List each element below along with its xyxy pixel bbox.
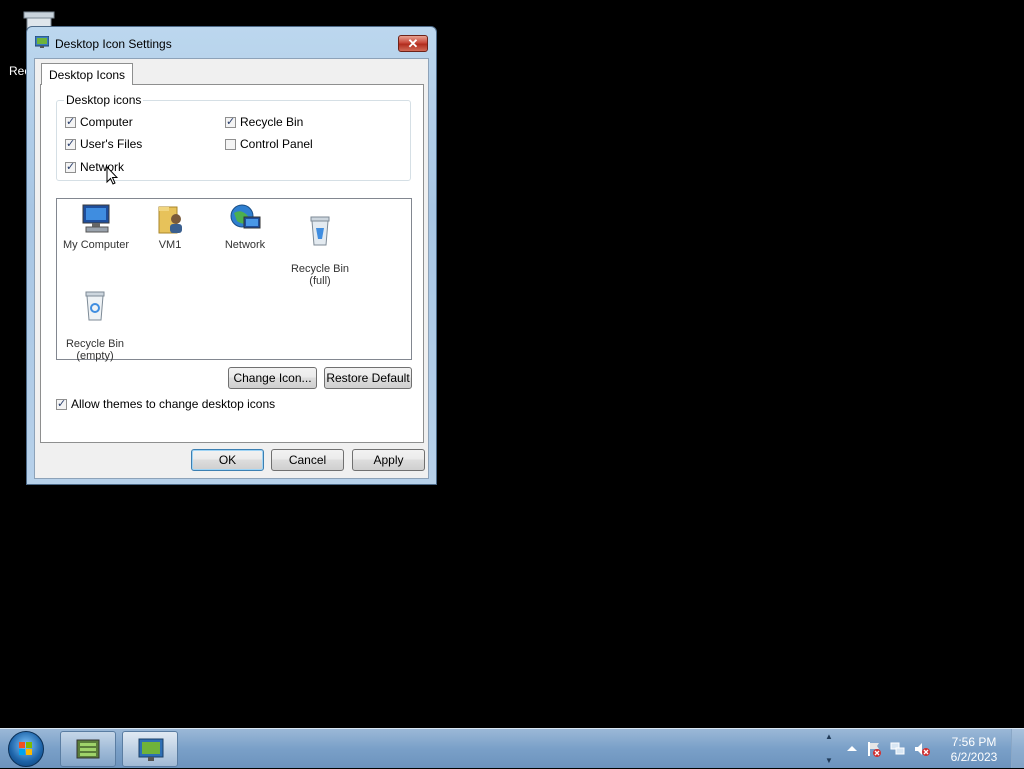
- ok-button[interactable]: OK: [191, 449, 264, 471]
- checkbox-computer[interactable]: ✓ Computer: [65, 115, 133, 129]
- icon-item-label: My Computer: [62, 239, 130, 251]
- recycle-bin-full-icon: [310, 216, 330, 246]
- desktop-icon-settings-dialog: Desktop Icon Settings ✕ Desktop Icons De…: [26, 26, 437, 485]
- checkbox-label: Control Panel: [240, 137, 313, 151]
- show-hidden-icons-icon[interactable]: [844, 741, 860, 757]
- tray-scroll-control[interactable]: ▲ ▼: [822, 731, 836, 767]
- taskbar: ▲ ▼ 7:56 PM 6/2/2023: [0, 728, 1024, 768]
- window-title: Desktop Icon Settings: [55, 37, 172, 51]
- checkbox-recycle-bin[interactable]: ✓ Recycle Bin: [225, 115, 303, 129]
- change-icon-button[interactable]: Change Icon...: [228, 367, 317, 389]
- checkbox-label: User's Files: [80, 137, 143, 151]
- start-button[interactable]: [8, 731, 44, 767]
- server-manager-icon: [76, 739, 100, 759]
- volume-muted-icon[interactable]: [914, 741, 930, 757]
- dialog-client-area: Desktop Icons Desktop icons ✓ Computer ✓…: [34, 58, 429, 479]
- mouse-cursor-icon: [106, 166, 118, 185]
- close-icon: ✕: [407, 36, 419, 51]
- checkbox-allow-themes[interactable]: ✓ Allow themes to change desktop icons: [56, 397, 275, 411]
- checkbox-box[interactable]: ✓: [225, 116, 236, 128]
- icon-item-label: Recycle Bin (empty): [65, 338, 125, 362]
- computer-icon: [82, 204, 110, 233]
- action-center-icon[interactable]: [866, 741, 882, 757]
- checkbox-box[interactable]: [225, 138, 236, 150]
- icon-list-view[interactable]: My Computer VM1 Network Recycle Bin (ful…: [56, 198, 412, 362]
- icon-item-label: VM1: [158, 239, 182, 251]
- icon-item-vm1[interactable]: VM1: [134, 203, 206, 251]
- display-settings-icon: [138, 738, 164, 761]
- clock-time: 7:56 PM: [951, 735, 997, 749]
- taskbar-button-server-manager[interactable]: [60, 731, 116, 767]
- icon-item-recycle-bin-empty[interactable]: Recycle Bin (empty): [59, 278, 131, 362]
- clock-date: 6/2/2023: [950, 750, 998, 764]
- network-icon: [230, 204, 261, 229]
- network-tray-icon[interactable]: [890, 741, 906, 757]
- checkbox-box[interactable]: ✓: [65, 138, 76, 150]
- apply-button[interactable]: Apply: [352, 449, 425, 471]
- tab-desktop-icons[interactable]: Desktop Icons: [41, 63, 134, 85]
- icon-item-label: Recycle Bin (full): [290, 263, 350, 287]
- icon-item-label: Network: [224, 239, 266, 251]
- tab-panel: Desktop icons ✓ Computer ✓ Recycle Bin ✓…: [40, 84, 424, 443]
- icon-item-my-computer[interactable]: My Computer: [60, 203, 132, 251]
- checkbox-control-panel[interactable]: Control Panel: [225, 137, 313, 151]
- taskbar-button-display-settings[interactable]: [122, 731, 178, 767]
- group-title: Desktop icons: [64, 93, 144, 107]
- display-settings-icon: [35, 36, 49, 48]
- user-folder-icon: [158, 206, 182, 234]
- checkbox-box[interactable]: ✓: [65, 116, 76, 128]
- icon-item-recycle-bin-full[interactable]: Recycle Bin (full): [284, 203, 356, 287]
- cancel-button[interactable]: Cancel: [271, 449, 344, 471]
- checkbox-box[interactable]: ✓: [65, 161, 76, 173]
- icon-item-network[interactable]: Network: [209, 203, 281, 251]
- checkbox-users-files[interactable]: ✓ User's Files: [65, 137, 142, 151]
- title-bar[interactable]: Desktop Icon Settings ✕: [27, 27, 436, 59]
- restore-default-button[interactable]: Restore Default: [324, 367, 412, 389]
- windows-logo-icon: [19, 742, 32, 755]
- checkbox-label: Computer: [80, 115, 133, 129]
- recycle-bin-empty-icon: [85, 291, 105, 321]
- checkbox-label: Recycle Bin: [240, 115, 304, 129]
- show-desktop-button[interactable]: [1011, 729, 1024, 768]
- close-button[interactable]: ✕: [398, 35, 428, 52]
- checkbox-label: Allow themes to change desktop icons: [71, 397, 276, 411]
- checkbox-box[interactable]: ✓: [56, 398, 67, 410]
- system-clock[interactable]: 7:56 PM 6/2/2023: [944, 735, 1004, 765]
